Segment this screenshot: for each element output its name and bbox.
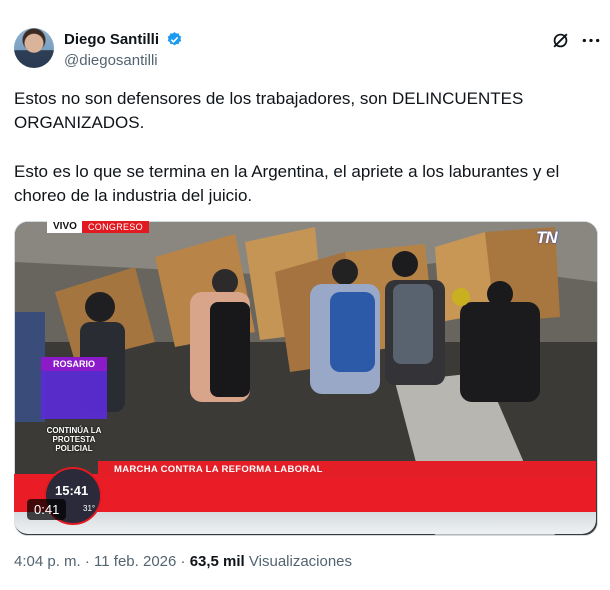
post-date[interactable]: 11 feb. 2026 — [94, 553, 176, 570]
verified-badge-icon — [167, 32, 182, 46]
channel-logo: TN — [536, 228, 558, 247]
video-bottom-strip — [14, 512, 596, 534]
post-metadata: 4:04 p. m. · 11 feb. 2026 · 63,5 mil Vis… — [14, 553, 352, 570]
meta-separator: · — [84, 553, 90, 570]
side-location-label: ROSARIO — [41, 357, 107, 371]
live-label: VIVO — [47, 221, 83, 233]
avatar[interactable] — [14, 28, 54, 68]
live-location-label: CONGRESO — [82, 221, 149, 233]
post-time[interactable]: 4:04 p. m. — [14, 553, 81, 570]
author-handle[interactable]: @diegosantilli — [64, 52, 158, 69]
grok-icon[interactable] — [551, 31, 570, 50]
meta-separator: · — [180, 553, 186, 570]
headline-bar: MARCHA CONTRA LA REFORMA LABORAL — [98, 461, 596, 478]
clock-temperature: 31° — [83, 504, 96, 513]
views-label: Visualizaciones — [248, 553, 353, 570]
post-text-paragraph-1: Estos no son defensores de los trabajado… — [14, 89, 524, 132]
views-count: 63,5 mil — [189, 553, 245, 570]
post-text-paragraph-2: Esto es lo que se termina en la Argentin… — [14, 162, 560, 205]
author-name[interactable]: Diego Santilli — [64, 31, 159, 48]
side-caption: CONTINÚA LA PROTESTA POLICIAL — [46, 426, 102, 453]
more-options-icon[interactable] — [581, 31, 601, 50]
video-timecode: 0:41 — [27, 499, 67, 520]
clock-time: 15:41 — [55, 483, 89, 498]
side-location-image — [41, 371, 107, 419]
